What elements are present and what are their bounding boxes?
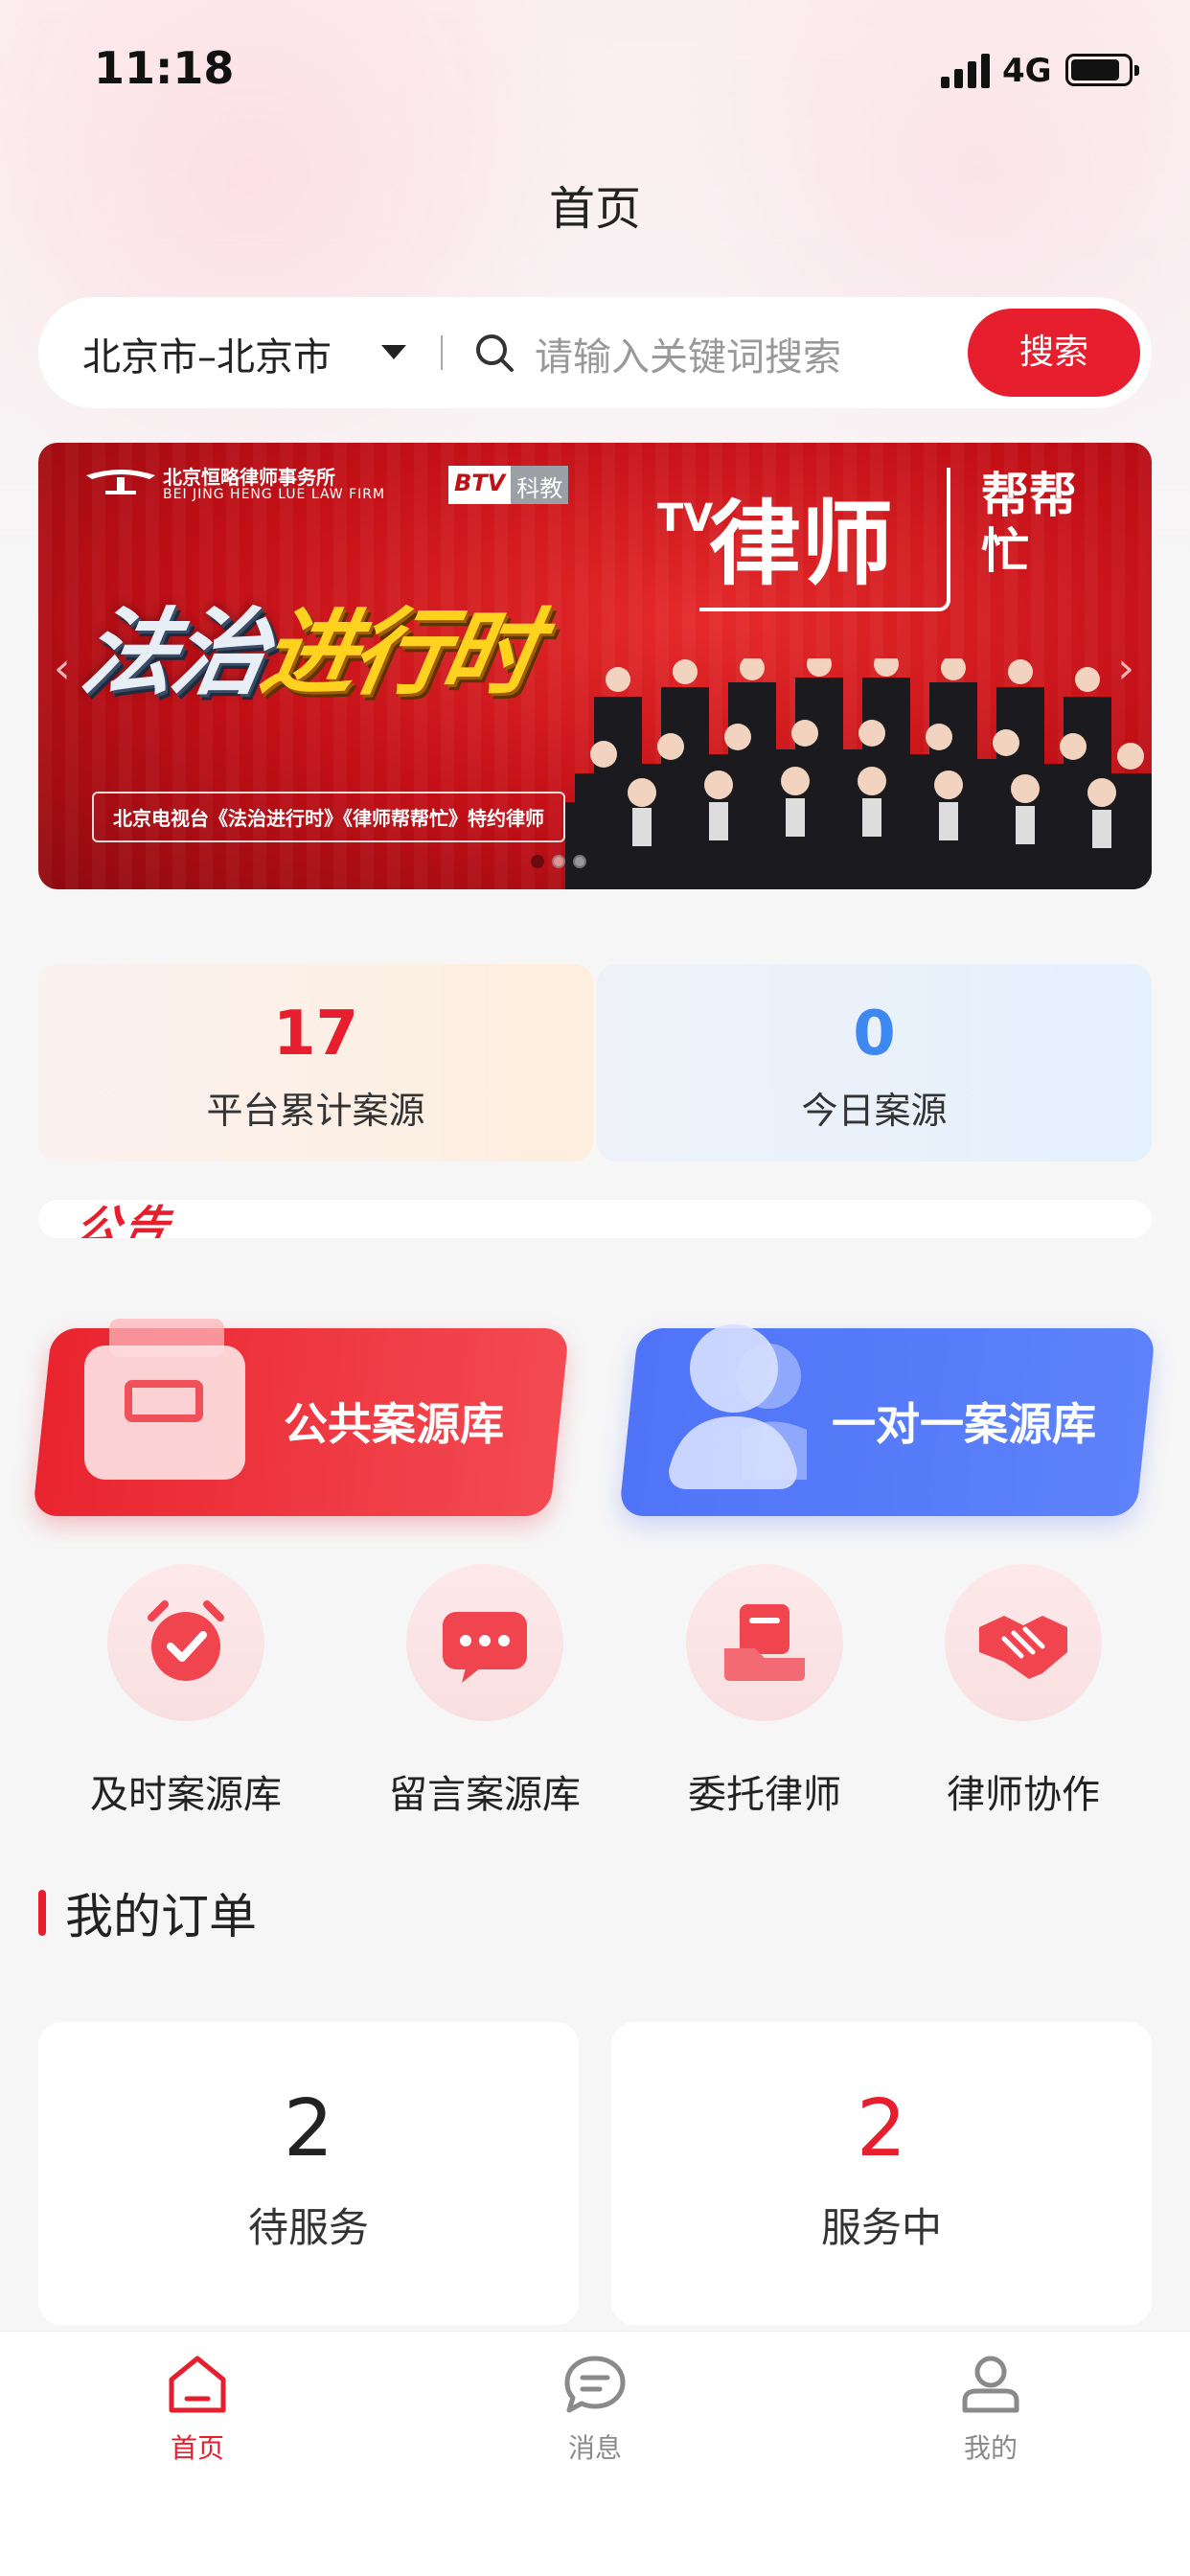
show-title-part-1: 法治 <box>73 599 273 708</box>
network-type: 4G <box>1002 52 1052 90</box>
chat-icon <box>564 2356 626 2413</box>
page-title: 首页 <box>548 182 641 236</box>
order-in-service-card[interactable]: 2 服务中 <box>611 2022 1152 2325</box>
help-title: 帮帮忙 <box>981 468 1077 579</box>
quick-icon-bg <box>406 1564 563 1721</box>
profile-icon <box>962 2356 1019 2413</box>
archive-box-icon <box>84 1319 245 1480</box>
notice-bar[interactable]: 公告 <box>38 1200 1152 1238</box>
quick-timely-cases[interactable]: 及时案源库 <box>80 1564 291 1819</box>
handshake-icon <box>979 1616 1067 1679</box>
orders-title: 我的订单 <box>65 1889 257 1944</box>
quick-message-cases[interactable]: 留言案源库 <box>379 1564 590 1819</box>
banner-dot[interactable] <box>552 855 565 868</box>
delegate-lawyer-icon <box>724 1604 805 1681</box>
firm-name-en: BEI JING HENG LUE LAW FIRM <box>163 487 386 502</box>
alarm-clock-icon <box>148 1600 224 1681</box>
quick-icon-bg <box>107 1564 264 1721</box>
stat-value: 0 <box>853 999 896 1070</box>
btv-logo: BTV 科教 <box>448 466 569 504</box>
signal-icon <box>941 54 991 88</box>
one-to-one-case-library-label: 一对一案源库 <box>832 1398 1096 1450</box>
quick-delegate-lawyer[interactable]: 委托律师 <box>659 1564 870 1819</box>
battery-icon <box>1065 54 1139 86</box>
caret-down-icon[interactable] <box>381 345 406 359</box>
case-stats: 17 平台累计案源 0 今日案源 <box>38 964 1152 1162</box>
lawyers-group-photo <box>565 658 1152 889</box>
public-case-library-button[interactable]: 公共案源库 <box>32 1319 570 1516</box>
search-divider <box>441 335 443 370</box>
city-selector[interactable]: 北京市–北京市 <box>82 326 332 381</box>
banner-next-icon[interactable]: › <box>1117 644 1134 693</box>
quick-label: 委托律师 <box>688 1773 841 1817</box>
banner-caption: 北京电视台《法治进行时》《律师帮帮忙》特约律师 <box>92 792 565 842</box>
banner-dot[interactable] <box>531 855 544 868</box>
tab-messages[interactable]: 消息 <box>490 2351 700 2466</box>
order-status: 待服务 <box>247 2204 369 2251</box>
home-icon <box>169 2356 226 2413</box>
notice-title: 公告 <box>70 1201 178 1238</box>
status-bar: 11:18 4G <box>0 0 1190 144</box>
stat-label: 今日案源 <box>801 1090 948 1132</box>
order-count: 2 <box>856 2083 907 2174</box>
stat-label: 平台累计案源 <box>206 1090 425 1132</box>
quick-label: 及时案源库 <box>90 1773 282 1817</box>
order-count: 2 <box>283 2083 334 2174</box>
firm-name: 北京恒略律师事务所 <box>163 466 335 489</box>
user-group-icon <box>669 1324 807 1489</box>
banner-prev-icon[interactable]: ‹ <box>54 644 71 693</box>
quick-icon-bg <box>686 1564 843 1721</box>
show-title-part-2: 进行时 <box>253 599 543 708</box>
banner-dot[interactable] <box>573 855 586 868</box>
search-bar: 北京市–北京市 请输入关键词搜索 搜索 <box>38 297 1152 408</box>
btv-logo-channel: 科教 <box>511 466 569 504</box>
orders-section-title: 我的订单 <box>38 1878 257 1947</box>
order-status: 服务中 <box>820 2204 942 2251</box>
status-time: 11:18 <box>94 42 235 94</box>
stat-total-cases: 17 平台累计案源 <box>38 964 593 1162</box>
section-accent-bar <box>38 1890 46 1936</box>
tab-label: 消息 <box>567 2432 622 2464</box>
quick-label: 留言案源库 <box>389 1773 581 1817</box>
search-input[interactable]: 请输入关键词搜索 <box>535 326 841 381</box>
quick-label: 律师协作 <box>947 1773 1100 1817</box>
show-title: 法治进行时 <box>72 577 546 713</box>
tab-home[interactable]: 首页 <box>92 2351 303 2466</box>
tab-label: 首页 <box>170 2432 224 2464</box>
lawyer-title: 律师 <box>709 491 893 598</box>
bottom-tab-bar: 首页 消息 我的 <box>0 2331 1190 2576</box>
search-icon <box>476 334 514 372</box>
public-case-library-label: 公共案源库 <box>284 1398 504 1450</box>
tab-profile[interactable]: 我的 <box>885 2351 1096 2466</box>
quick-icon-bg <box>945 1564 1102 1721</box>
stat-today-cases: 0 今日案源 <box>597 964 1152 1162</box>
stat-value: 17 <box>272 999 359 1070</box>
banner-pagination <box>531 855 586 868</box>
btv-logo-mark: BTV <box>448 466 512 504</box>
home-page: 11:18 4G 首页 北京市–北京市 请输入关键词搜索 搜索 北京恒略律师事务… <box>0 0 1190 2576</box>
one-to-one-case-library-button[interactable]: 一对一案源库 <box>618 1324 1156 1516</box>
order-pending-card[interactable]: 2 待服务 <box>38 2022 579 2325</box>
tab-label: 我的 <box>963 2432 1018 2464</box>
firm-logo-icon <box>86 470 155 494</box>
search-button[interactable]: 搜索 <box>968 309 1140 397</box>
promo-banner[interactable]: 北京恒略律师事务所 BEI JING HENG LUE LAW FIRM BTV… <box>38 443 1152 889</box>
message-bubble-icon <box>443 1612 527 1683</box>
quick-lawyer-collaboration[interactable]: 律师协作 <box>918 1564 1129 1819</box>
